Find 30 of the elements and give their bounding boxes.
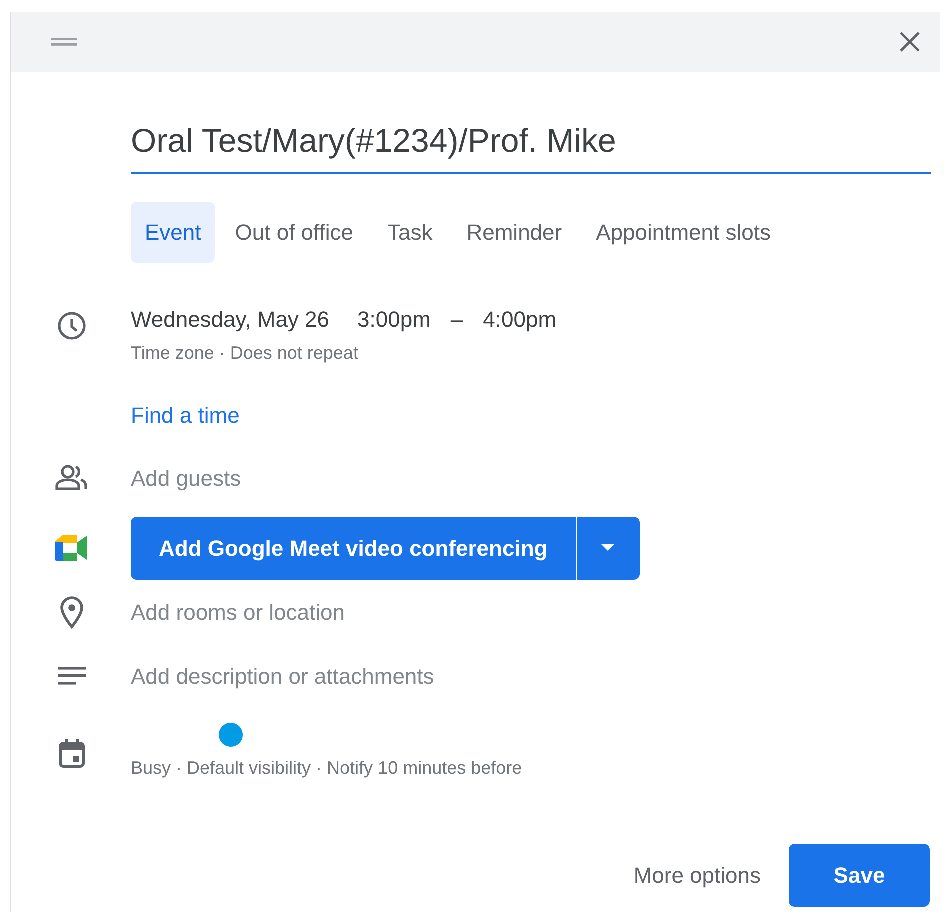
description-icon <box>58 666 86 686</box>
description-field[interactable]: Add description or attachments <box>131 660 691 692</box>
clock-icon <box>57 310 87 340</box>
find-time-link[interactable]: Find a time <box>131 398 240 432</box>
type-tab[interactable]: Out of office <box>221 202 368 262</box>
save-button[interactable]: Save <box>789 844 930 906</box>
location-pin-icon <box>60 596 84 630</box>
add-meet-button[interactable]: Add Google Meet video conferencing <box>131 516 576 580</box>
people-icon <box>55 464 89 492</box>
type-tab[interactable]: Reminder <box>452 202 576 262</box>
dash-text: – <box>450 306 464 334</box>
calendar-icon <box>59 738 85 768</box>
title-field[interactable]: Oral Test/Mary(#1234)/Prof. Mike <box>131 116 931 174</box>
calendar-details[interactable]: Busy · Default visibility · Notify 10 minutes before <box>131 754 522 782</box>
time-details[interactable]: Time zone · Does not repeat <box>131 340 557 366</box>
location-field[interactable]: Add rooms or location <box>131 596 691 629</box>
start-time[interactable]: 3:00pm <box>358 302 431 336</box>
caret-icon <box>601 544 616 552</box>
guests-field[interactable]: Add guests <box>131 462 691 494</box>
more-options-button[interactable]: More options <box>618 848 777 902</box>
close-icon <box>898 30 922 54</box>
meet-dropdown-button[interactable] <box>576 516 640 580</box>
drag-handle-icon[interactable] <box>51 37 77 47</box>
end-time[interactable]: 4:00pm <box>483 302 557 336</box>
type-tab[interactable]: Appointment slots <box>582 202 785 262</box>
calendar-color-dot[interactable] <box>219 722 243 746</box>
type-tab[interactable]: Task <box>373 202 447 262</box>
date-text[interactable]: Wednesday, May 26 <box>131 302 330 336</box>
video-camera-icon <box>55 534 89 562</box>
type-tab[interactable]: Event <box>131 202 216 262</box>
